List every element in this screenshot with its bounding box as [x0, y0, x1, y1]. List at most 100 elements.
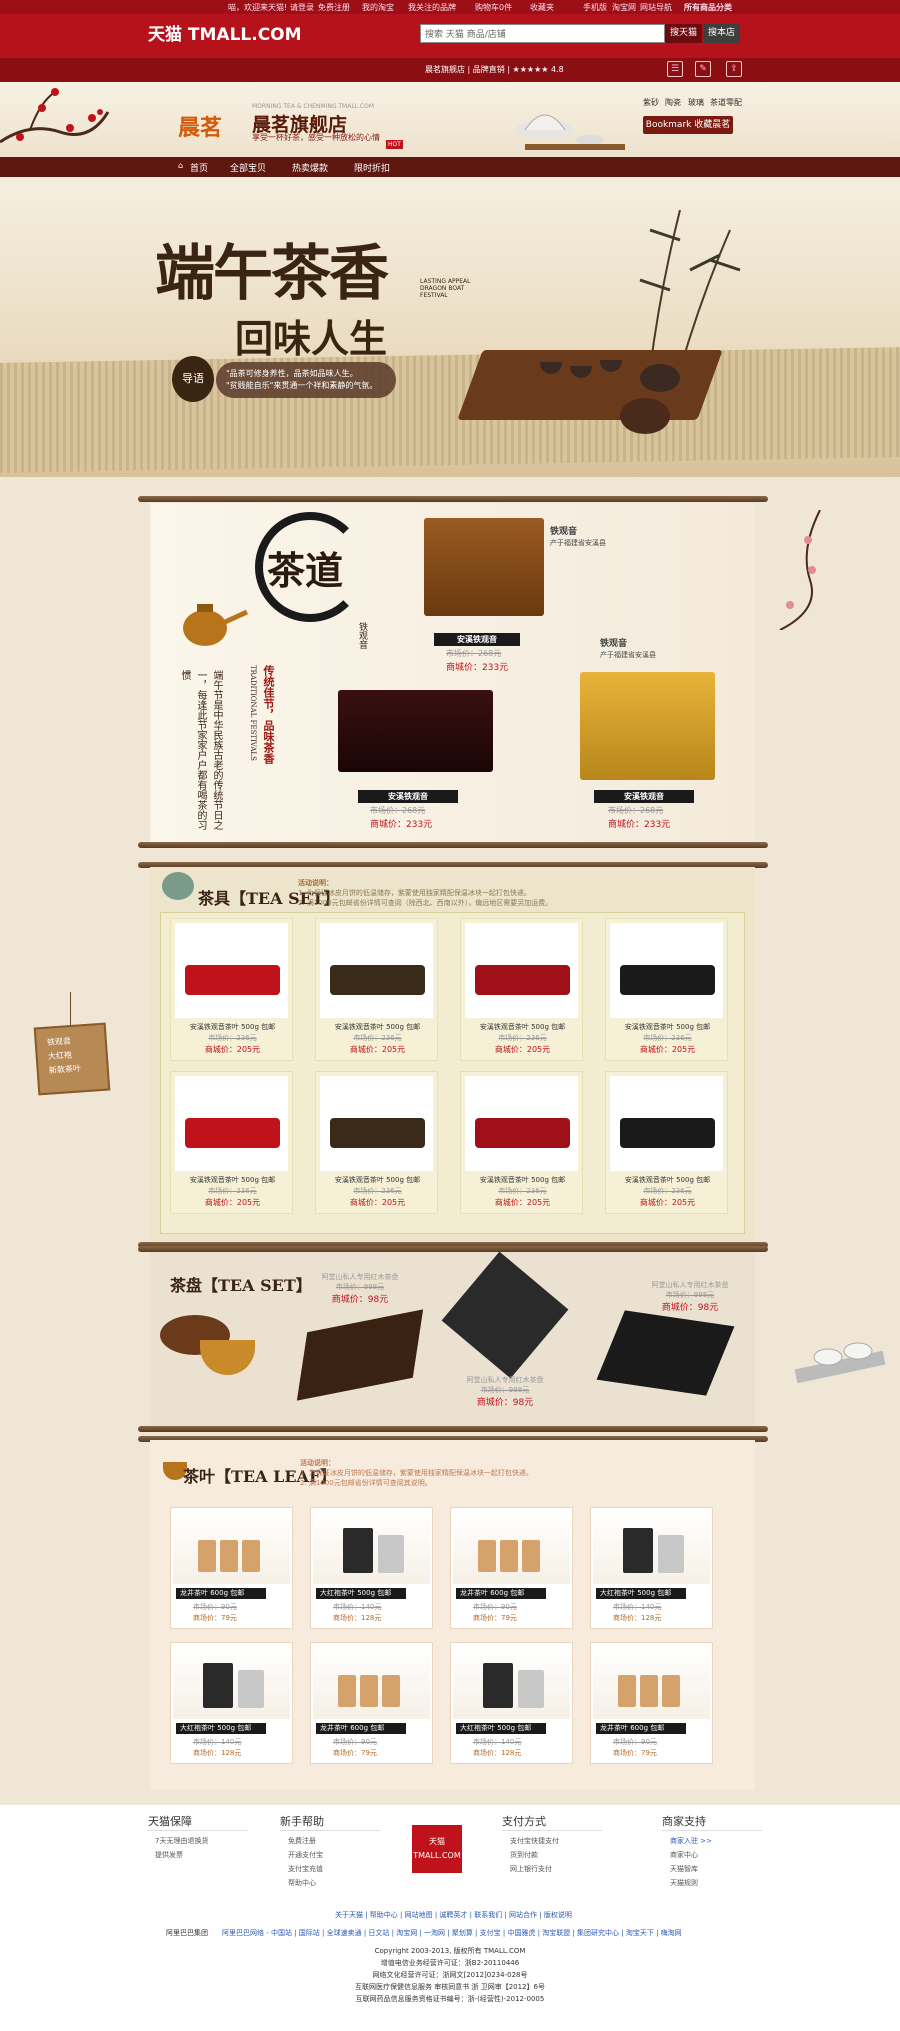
footer-link[interactable]: 商家中心	[670, 1850, 698, 1860]
product-card[interactable]: 安溪铁观音茶叶 500g 包邮 市场价：236元 商城价：205元	[605, 1071, 728, 1214]
product-card[interactable]: 龙井茶叶 600g 包邮 市场价：90元 商场价：79元	[170, 1507, 293, 1629]
footer-link[interactable]: 帮助中心	[288, 1878, 316, 1888]
login-link[interactable]: 请登录	[290, 2, 314, 13]
product-name[interactable]: 安溪铁观音茶叶 500g 包邮	[461, 1175, 584, 1185]
product-image[interactable]	[465, 923, 578, 1018]
quick-link-accessories[interactable]: 茶道零配	[710, 97, 742, 108]
share-icon[interactable]: ⇪	[726, 61, 742, 77]
tmall-logo[interactable]: 天猫 TMALL.COM	[148, 20, 302, 45]
product-card[interactable]: 安溪铁观音茶叶 500g 包邮 市场价：236元 商城价：205元	[460, 1071, 583, 1214]
quick-link-zisha[interactable]: 紫砂	[643, 97, 659, 108]
tray-info[interactable]: 阿堂山私人专用红木茶盘 市场价：998元 商城价：98元	[440, 1375, 570, 1408]
tmall-footer-badge[interactable]: 天猫 TMALL.COM	[412, 1825, 462, 1873]
product-name[interactable]: 安溪铁观音茶叶 500g 包邮	[316, 1022, 439, 1032]
footer-link[interactable]: 开通支付宝	[288, 1850, 323, 1860]
product-name[interactable]: 龙井茶叶 600g 包邮	[456, 1588, 546, 1599]
product-image[interactable]	[313, 1645, 430, 1719]
product-image[interactable]	[610, 923, 723, 1018]
cart-link[interactable]: 购物车0件	[475, 2, 512, 13]
register-link[interactable]: 免费注册	[318, 2, 350, 13]
edit-icon[interactable]: ✎	[695, 61, 711, 77]
product-image[interactable]	[453, 1510, 570, 1584]
doc-icon[interactable]: ☰	[667, 61, 683, 77]
product-name[interactable]: 阿堂山私人专用红木茶盘	[630, 1280, 750, 1290]
product-name[interactable]: 大红袍茶叶 500g 包邮	[176, 1723, 266, 1734]
product-card[interactable]: 安溪铁观音茶叶 500g 包邮 市场价：236元 商城价：205元	[315, 918, 438, 1061]
gift-box-image[interactable]	[580, 672, 715, 780]
footer-link[interactable]: 支付宝快捷支付	[510, 1836, 559, 1846]
product-name[interactable]: 安溪铁观音	[594, 790, 694, 803]
product-card[interactable]: 大红袍茶叶 500g 包邮 市场价：140元 商场价：128元	[590, 1507, 713, 1629]
product-card[interactable]: 大红袍茶叶 500g 包邮 市场价：140元 商场价：128元	[170, 1642, 293, 1764]
product-image[interactable]	[175, 923, 288, 1018]
product-name[interactable]: 龙井茶叶 600g 包邮	[596, 1723, 686, 1734]
footer-link[interactable]: 支付宝充值	[288, 1864, 323, 1874]
taobao-link[interactable]: 淘宝网	[612, 2, 636, 13]
product-image[interactable]	[173, 1645, 290, 1719]
footer-link[interactable]: 免费注册	[288, 1836, 316, 1846]
product-image[interactable]	[175, 1076, 288, 1171]
product-name[interactable]: 安溪铁观音	[358, 790, 458, 803]
quick-link-glass[interactable]: 玻璃	[688, 97, 704, 108]
footer-link[interactable]: 7天无理由退换货	[155, 1836, 208, 1846]
product-name[interactable]: 大红袍茶叶 500g 包邮	[596, 1588, 686, 1599]
favorites-link[interactable]: 收藏夹	[530, 2, 554, 13]
product-image[interactable]	[465, 1076, 578, 1171]
search-tmall-button[interactable]: 搜天猫	[665, 24, 702, 43]
product-card[interactable]: 大红袍茶叶 500g 包邮 市场价：140元 商场价：128元	[310, 1507, 433, 1629]
tray-info[interactable]: 阿堂山私人专用红木茶盘 市场价：998元 商城价：98元	[300, 1272, 420, 1305]
bookmark-button[interactable]: Bookmark 收藏晨茗	[643, 116, 733, 134]
product-name[interactable]: 安溪铁观音茶叶 500g 包邮	[171, 1175, 294, 1185]
product-name[interactable]: 龙井茶叶 600g 包邮	[316, 1723, 406, 1734]
product-name[interactable]: 阿堂山私人专用红木茶盘	[300, 1272, 420, 1282]
product-image[interactable]	[610, 1076, 723, 1171]
footer-link[interactable]: 商家入驻 >>	[670, 1836, 712, 1846]
nav-discount[interactable]: 限时折扣	[354, 161, 390, 174]
product-card[interactable]: 安溪铁观音茶叶 500g 包邮 市场价：236元 商城价：205元	[605, 918, 728, 1061]
product-image[interactable]	[173, 1510, 290, 1584]
product-image[interactable]	[593, 1510, 710, 1584]
mobile-link[interactable]: 手机版	[583, 2, 607, 13]
product-card[interactable]: 安溪铁观音茶叶 500g 包邮 市场价：236元 商城价：205元	[460, 918, 583, 1061]
product-image[interactable]	[320, 923, 433, 1018]
product-image[interactable]	[593, 1645, 710, 1719]
product-image[interactable]	[313, 1510, 430, 1584]
product-card[interactable]: 安溪铁观音茶叶 500g 包邮 市场价：236元 商城价：205元	[170, 1071, 293, 1214]
footer-link[interactable]: 网上银行支付	[510, 1864, 552, 1874]
nav-hot[interactable]: 热卖爆款	[292, 161, 328, 174]
tray-info[interactable]: 阿堂山私人专用红木茶盘 市场价：998元 商城价：98元	[630, 1280, 750, 1313]
footer-link[interactable]: 提供发票	[155, 1850, 183, 1860]
product-card[interactable]: 龙井茶叶 600g 包邮 市场价：90元 商场价：79元	[310, 1642, 433, 1764]
quick-link-ceramic[interactable]: 陶瓷	[665, 97, 681, 108]
product-name[interactable]: 安溪铁观音茶叶 500g 包邮	[171, 1022, 294, 1032]
product-image[interactable]	[320, 1076, 433, 1171]
product-card[interactable]: 安溪铁观音茶叶 500g 包邮 市场价：236元 商城价：205元	[170, 918, 293, 1061]
product-name[interactable]: 安溪铁观音茶叶 500g 包邮	[606, 1175, 729, 1185]
product-name[interactable]: 安溪铁观音	[434, 633, 520, 646]
fav-brand-link[interactable]: 我关注的品牌	[408, 2, 456, 13]
product-image[interactable]	[453, 1645, 570, 1719]
alibaba-links[interactable]: 阿里巴巴网络 - 中国站 | 国际站 | 全球速卖通 | 日文站 | 淘宝网 |…	[222, 1928, 682, 1938]
my-tmall-link[interactable]: 我的淘宝	[362, 2, 394, 13]
product-name[interactable]: 阿堂山私人专用红木茶盘	[440, 1375, 570, 1385]
product-card[interactable]: 安溪铁观音茶叶 500g 包邮 市场价：236元 商城价：205元	[315, 1071, 438, 1214]
product-name[interactable]: 大红袍茶叶 500g 包邮	[456, 1723, 546, 1734]
footer-links[interactable]: 关于天猫 | 帮助中心 | 网站地图 | 诚聘英才 | 联系我们 | 网站合作 …	[335, 1910, 572, 1920]
product-card[interactable]: 龙井茶叶 600g 包邮 市场价：90元 商场价：79元	[590, 1642, 713, 1764]
all-categories-link[interactable]: 所有商品分类	[684, 2, 732, 13]
product-name[interactable]: 安溪铁观音茶叶 500g 包邮	[316, 1175, 439, 1185]
product-card[interactable]: 大红袍茶叶 500g 包邮 市场价：140元 商场价：128元	[450, 1642, 573, 1764]
nav-home[interactable]: 首页	[190, 161, 208, 174]
footer-link[interactable]: 货到付款	[510, 1850, 538, 1860]
site-nav-link[interactable]: 网站导航	[640, 2, 672, 13]
search-input[interactable]	[421, 25, 664, 42]
footer-link[interactable]: 天猫规则	[670, 1878, 698, 1888]
footer-link[interactable]: 天猫智库	[670, 1864, 698, 1874]
product-name[interactable]: 安溪铁观音茶叶 500g 包邮	[461, 1022, 584, 1032]
gift-box-image[interactable]	[424, 518, 544, 616]
product-name[interactable]: 龙井茶叶 600g 包邮	[176, 1588, 266, 1599]
gift-box-image[interactable]	[338, 690, 493, 772]
search-store-button[interactable]: 搜本店	[703, 24, 740, 43]
product-card[interactable]: 龙井茶叶 600g 包邮 市场价：90元 商场价：79元	[450, 1507, 573, 1629]
nav-all-items[interactable]: 全部宝贝	[230, 161, 266, 174]
